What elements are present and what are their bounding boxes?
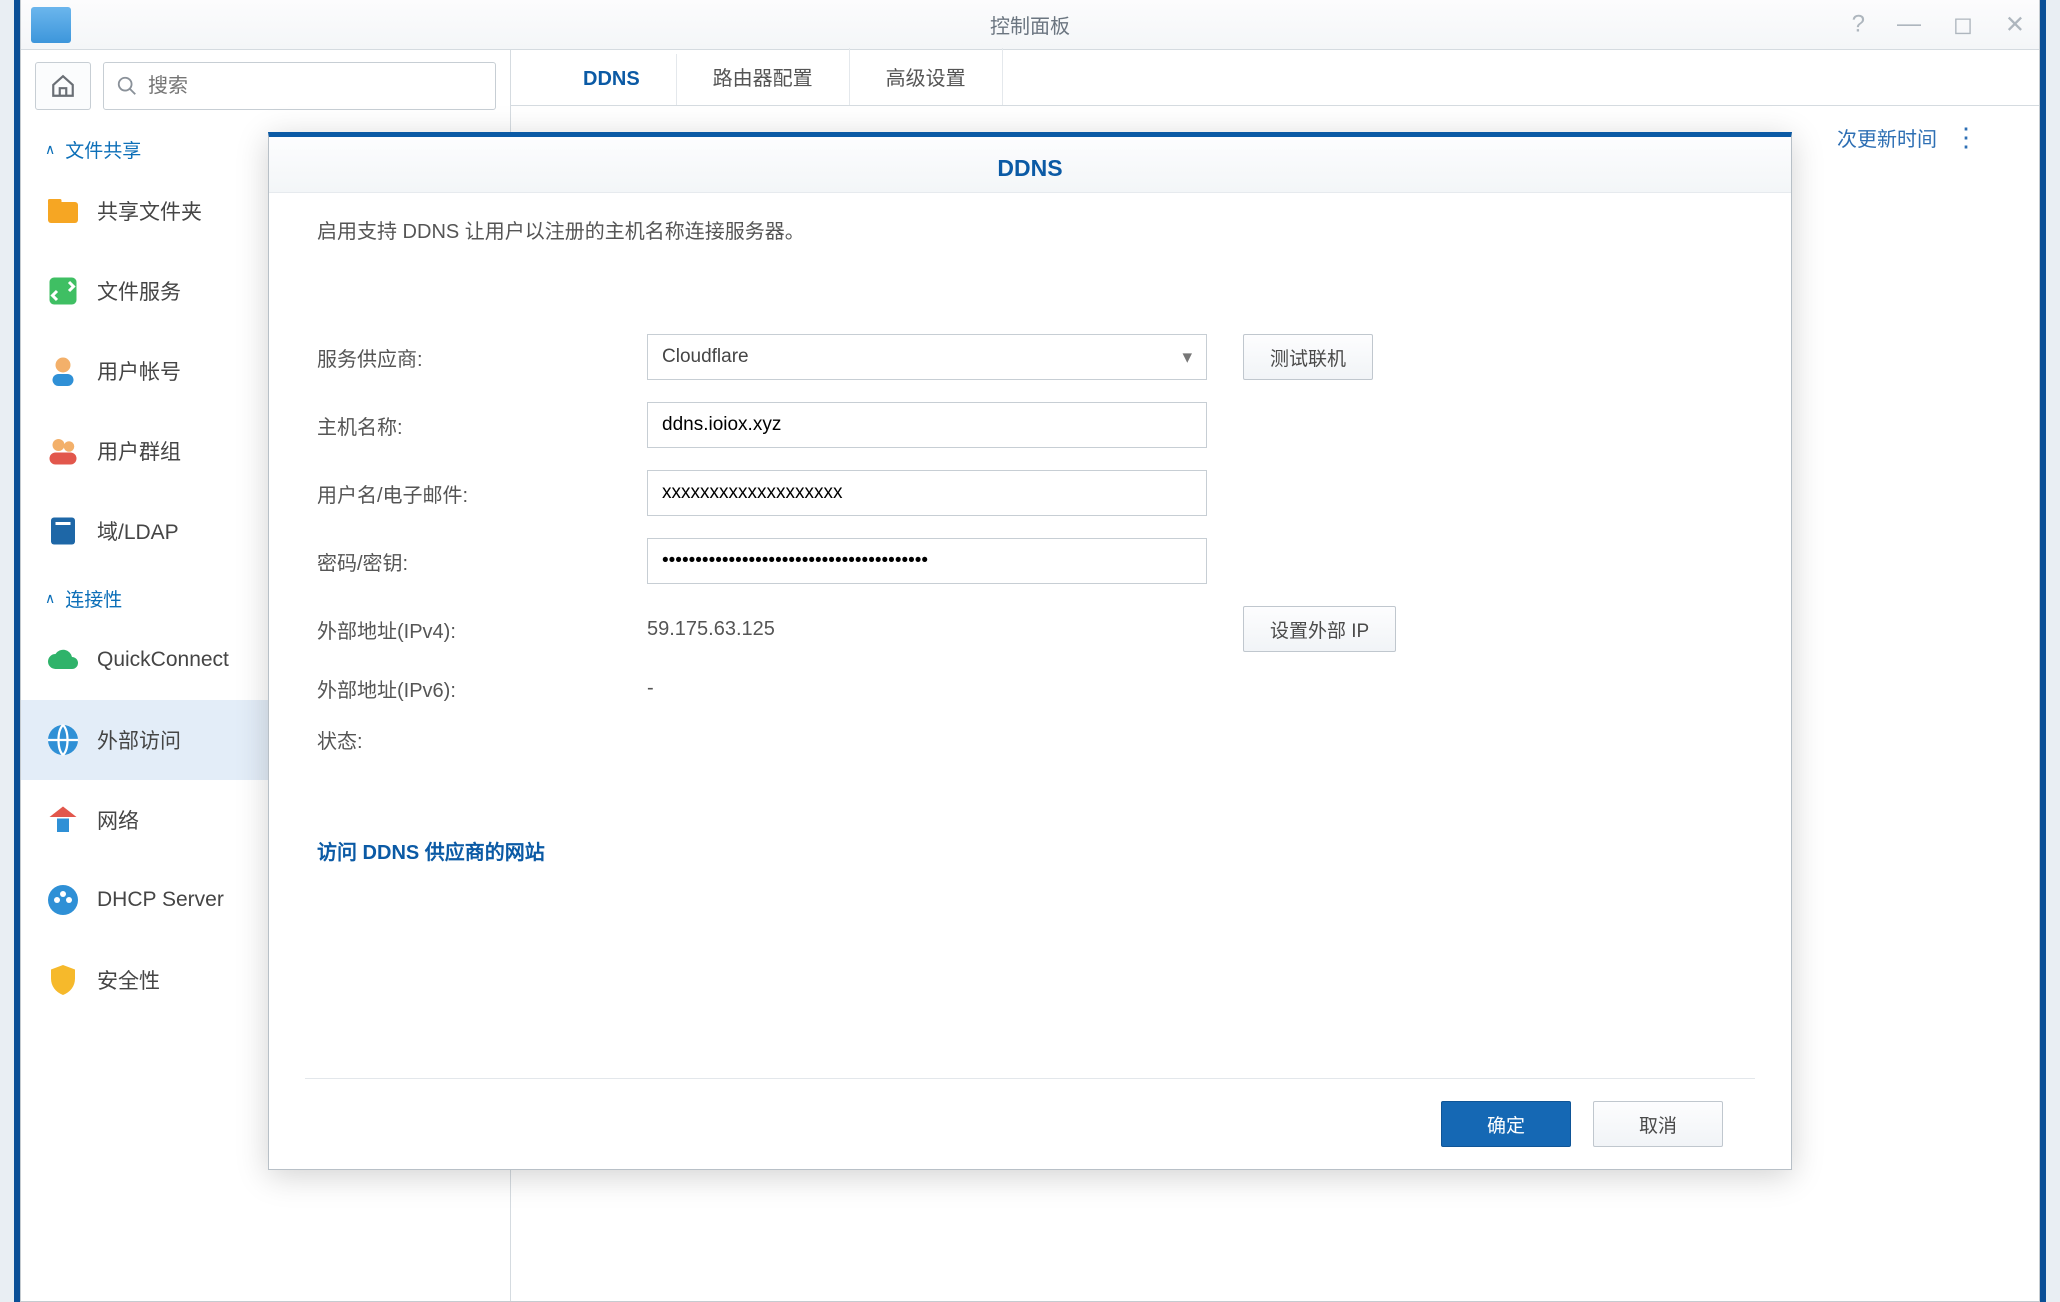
dialog-title: DDNS xyxy=(269,137,1791,193)
sidebar-item-label: 用户群组 xyxy=(97,436,181,466)
sidebar-item-label: DHCP Server xyxy=(97,888,224,912)
dhcp-icon xyxy=(45,882,81,918)
tab-advanced[interactable]: 高级设置 xyxy=(850,48,1003,105)
network-icon xyxy=(45,802,81,838)
sidebar-item-label: 用户帐号 xyxy=(97,356,181,386)
chevron-up-icon: ∧ xyxy=(45,141,55,158)
file-service-icon xyxy=(45,273,81,309)
sidebar-group-label: 文件共享 xyxy=(65,136,141,163)
globe-icon xyxy=(45,722,81,758)
password-input[interactable] xyxy=(647,538,1207,584)
ipv4-value: 59.175.63.125 xyxy=(647,618,1207,641)
window-title: 控制面板 xyxy=(990,10,1070,39)
chevron-up-icon: ∧ xyxy=(45,590,55,607)
tabs: DDNS 路由器配置 高级设置 xyxy=(511,50,2039,106)
ipv6-label: 外部地址(IPv6): xyxy=(317,674,647,703)
test-connection-button[interactable]: 测试联机 xyxy=(1243,334,1373,380)
tab-label: DDNS xyxy=(583,68,640,90)
sidebar-item-label: 网络 xyxy=(97,805,139,835)
search-icon xyxy=(116,75,138,97)
last-update-label: 次更新时间 xyxy=(1837,123,1937,152)
username-label: 用户名/电子邮件: xyxy=(317,479,647,508)
sidebar-item-label: 域/LDAP xyxy=(97,516,179,546)
tab-ddns[interactable]: DDNS xyxy=(547,54,677,105)
sidebar-item-label: 共享文件夹 xyxy=(97,196,202,226)
home-button[interactable] xyxy=(35,62,91,110)
cloud-icon xyxy=(45,642,81,678)
ipv4-label: 外部地址(IPv4): xyxy=(317,615,647,644)
search-field[interactable] xyxy=(148,75,483,98)
last-update-col: 次更新时间 ⋮ xyxy=(1837,122,1981,153)
provider-select[interactable]: Cloudflare ▾ xyxy=(647,334,1207,380)
ipv6-value: - xyxy=(647,677,654,700)
sidebar-item-label: 安全性 xyxy=(97,965,160,995)
password-label: 密码/密钥: xyxy=(317,547,647,576)
help-icon[interactable]: ? xyxy=(1852,10,1865,39)
ddns-dialog: DDNS 启用支持 DDNS 让用户以注册的主机名称连接服务器。 服务供应商: … xyxy=(268,132,1792,1170)
hostname-input[interactable] xyxy=(647,402,1207,448)
dialog-description: 启用支持 DDNS 让用户以注册的主机名称连接服务器。 xyxy=(317,215,1743,244)
close-icon[interactable]: ✕ xyxy=(2005,10,2025,39)
maximize-icon[interactable]: ◻ xyxy=(1953,10,1973,39)
set-external-ip-button[interactable]: 设置外部 IP xyxy=(1243,606,1396,652)
ldap-icon xyxy=(45,513,81,549)
user-icon xyxy=(45,353,81,389)
shield-icon xyxy=(45,962,81,998)
chevron-down-icon: ▾ xyxy=(1182,346,1192,369)
tab-router[interactable]: 路由器配置 xyxy=(677,48,850,105)
visit-provider-link[interactable]: 访问 DDNS 供应商的网站 xyxy=(317,836,1743,865)
more-icon[interactable]: ⋮ xyxy=(1953,122,1981,153)
status-label: 状态: xyxy=(317,725,647,754)
window-controls: ? — ◻ ✕ xyxy=(1852,10,2025,39)
home-icon xyxy=(50,73,76,99)
username-field[interactable] xyxy=(662,482,1192,504)
tab-label: 高级设置 xyxy=(886,68,966,90)
search-input[interactable] xyxy=(103,62,496,110)
folder-icon xyxy=(45,193,81,229)
hostname-label: 主机名称: xyxy=(317,411,647,440)
app-icon xyxy=(31,7,71,43)
ok-button[interactable]: 确定 xyxy=(1441,1101,1571,1147)
titlebar: 控制面板 ? — ◻ ✕ xyxy=(21,0,2039,50)
sidebar-group-label: 连接性 xyxy=(65,585,122,612)
sidebar-item-label: QuickConnect xyxy=(97,648,229,672)
provider-value: Cloudflare xyxy=(662,346,749,368)
users-icon xyxy=(45,433,81,469)
sidebar-item-label: 外部访问 xyxy=(97,725,181,755)
tab-label: 路由器配置 xyxy=(713,68,813,90)
password-field[interactable] xyxy=(662,550,1192,572)
minimize-icon[interactable]: — xyxy=(1897,10,1921,39)
cancel-button[interactable]: 取消 xyxy=(1593,1101,1723,1147)
username-input[interactable] xyxy=(647,470,1207,516)
hostname-field[interactable] xyxy=(662,414,1192,436)
provider-label: 服务供应商: xyxy=(317,343,647,372)
sidebar-item-label: 文件服务 xyxy=(97,276,181,306)
